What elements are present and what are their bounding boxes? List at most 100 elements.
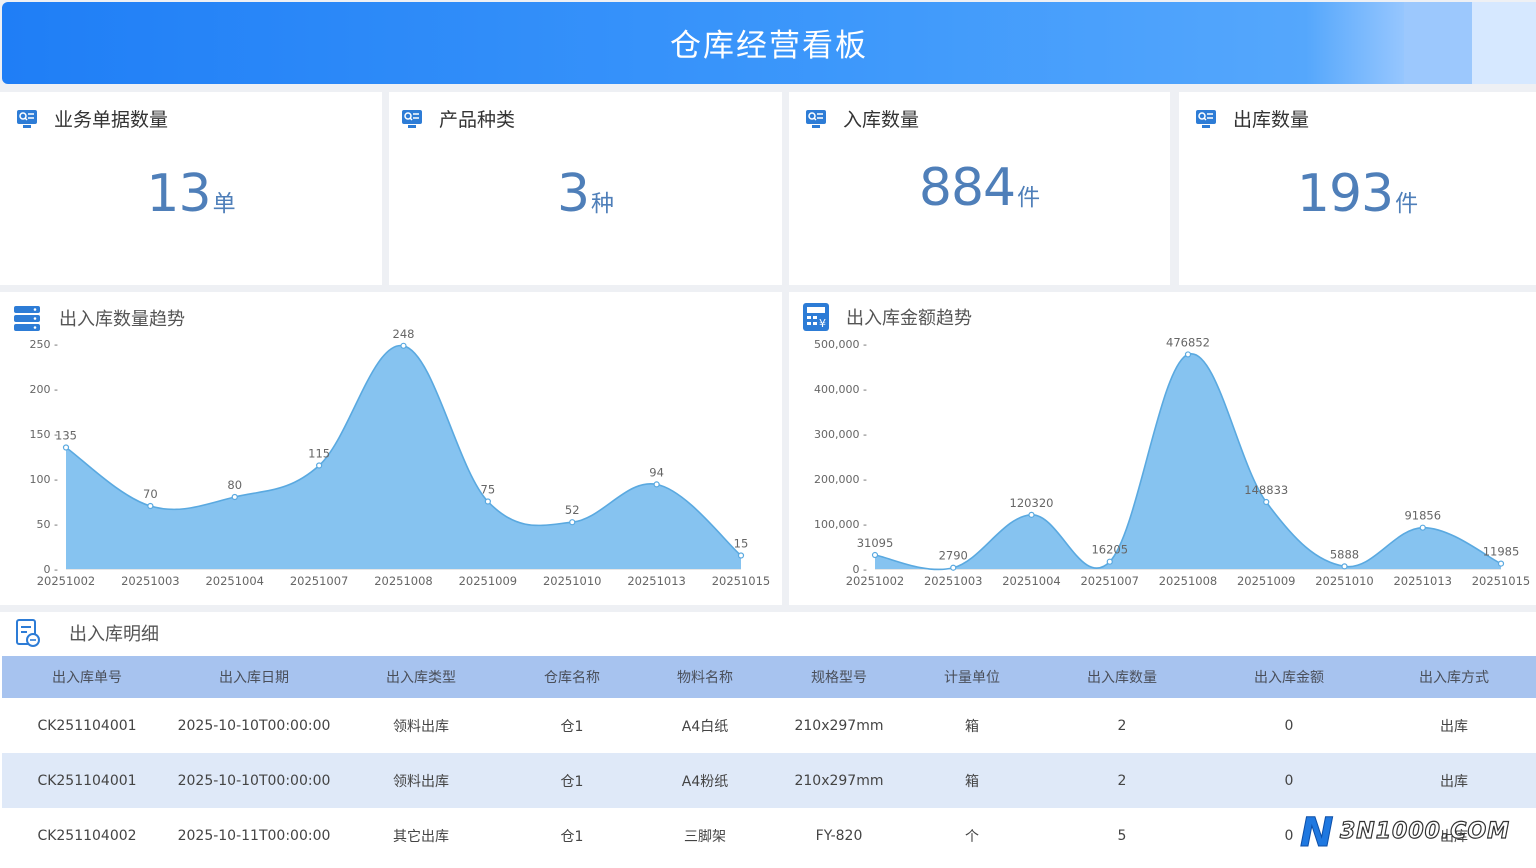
data-label: 70 — [143, 487, 158, 501]
x-tick-label: 20251013 — [627, 574, 686, 588]
data-point[interactable] — [1419, 524, 1426, 531]
y-tick-label: 200 - — [30, 383, 58, 396]
y-tick-label: 400,000 - — [814, 383, 867, 396]
x-tick-label: 20251007 — [1080, 574, 1139, 588]
kpi-value: 13 — [146, 164, 211, 224]
y-tick-label: 500,000 - — [814, 338, 867, 351]
data-point[interactable] — [569, 519, 576, 526]
table-cell: 仓1 — [560, 828, 584, 845]
kpi-value: 193 — [1296, 164, 1394, 224]
column-header[interactable]: 出入库单号 — [2, 656, 172, 698]
x-tick-label: 20251010 — [1315, 574, 1374, 588]
y-tick-label: 100 - — [30, 473, 58, 486]
data-point[interactable] — [1341, 563, 1348, 570]
data-point[interactable] — [950, 564, 957, 571]
table-cell: 210x297mm — [794, 772, 884, 789]
data-point[interactable] — [231, 493, 238, 501]
quantity-chart-card: 出入库数量趋势 0 -50 -100 -150 -200 -250 -135 20… — [0, 292, 782, 605]
kpi-label: 入库数量 — [843, 109, 920, 131]
x-tick-label: 20251015 — [712, 574, 771, 588]
x-tick-label: 20251004 — [205, 574, 264, 588]
x-tick-label: 20251009 — [459, 574, 518, 588]
x-tick-label: 20251015 — [1472, 574, 1531, 588]
x-tick-label: 20251002 — [846, 574, 905, 588]
table-row[interactable]: CK251104001 2025-10-10T00:00:00 领料出库 仓1 … — [2, 698, 1536, 753]
x-tick-label: 20251009 — [1237, 574, 1296, 588]
x-tick-label: 20251004 — [1002, 574, 1061, 588]
table-cell: 领料出库 — [393, 773, 449, 790]
kpi-label: 业务单据数量 — [54, 109, 169, 131]
data-label: 120320 — [1010, 496, 1054, 510]
data-label: 94 — [649, 465, 664, 479]
y-tick-label: 50 - — [37, 518, 58, 531]
column-header[interactable]: 物料名称 — [638, 656, 772, 698]
data-point[interactable] — [1028, 511, 1035, 518]
document-list-icon — [16, 619, 40, 647]
data-point[interactable] — [316, 462, 323, 469]
kpi-card-inbound: 入库数量 884件 — [789, 92, 1170, 285]
data-point[interactable] — [62, 444, 70, 451]
data-point[interactable] — [1497, 560, 1505, 567]
table-cell: 2025-10-10T00:00:00 — [177, 717, 331, 734]
monitor-search-icon — [17, 109, 37, 128]
area-fill — [875, 353, 1501, 570]
table-cell: 领料出库 — [393, 718, 449, 735]
kpi-value: 884 — [918, 158, 1016, 218]
data-label: 476852 — [1166, 335, 1210, 349]
table-cell: CK251104001 — [37, 772, 137, 789]
y-tick-label: 200,000 - — [814, 473, 867, 486]
x-tick-label: 20251003 — [924, 574, 983, 588]
data-label: 31095 — [857, 536, 894, 550]
data-point[interactable] — [653, 481, 660, 488]
column-header[interactable]: 出入库金额 — [1206, 656, 1372, 698]
data-label: 248 — [393, 327, 415, 341]
table-cell: 出库 — [1440, 718, 1468, 735]
column-header[interactable]: 计量单位 — [906, 656, 1038, 698]
data-point[interactable] — [484, 498, 491, 505]
kpi-unit: 单 — [212, 191, 236, 217]
y-tick-label: 100,000 - — [814, 518, 867, 531]
table-header-row: 出入库单号 出入库日期 出入库类型 仓库名称 物料名称 规格型号 计量单位 出入… — [2, 656, 1536, 698]
column-header[interactable]: 出入库日期 — [172, 656, 336, 698]
data-label: 75 — [481, 483, 496, 497]
table-cell: 5 — [1117, 827, 1127, 844]
monitor-search-icon — [806, 109, 826, 128]
watermark-text: 3N1000.COM — [1340, 819, 1510, 844]
x-tick-label: 20251003 — [121, 574, 180, 588]
data-point[interactable] — [871, 551, 879, 559]
data-label: 52 — [565, 503, 580, 517]
y-tick-label: 250 - — [30, 338, 58, 351]
column-header[interactable]: 规格型号 — [772, 656, 906, 698]
column-header[interactable]: 出入库数量 — [1038, 656, 1206, 698]
amount-chart-card: ¥ 出入库金额趋势 0 -100,000 -200,000 -300,000 -… — [789, 292, 1536, 605]
section-title: 出入库明细 — [69, 624, 159, 645]
data-label: 5888 — [1330, 547, 1359, 561]
table-cell: CK251104002 — [37, 827, 137, 844]
column-header[interactable]: 仓库名称 — [506, 656, 638, 698]
kpi-label: 产品种类 — [439, 109, 516, 131]
x-tick-label: 20251007 — [290, 574, 349, 588]
kpi-card-products: 产品种类 3种 — [389, 92, 782, 285]
data-point[interactable] — [737, 552, 745, 559]
table-cell: 仓1 — [560, 773, 584, 790]
page-title: 仓库经营看板 — [670, 28, 868, 64]
amount-area-chart: 0 -100,000 -200,000 -300,000 -400,000 -5… — [814, 335, 1531, 588]
table-cell: 箱 — [965, 773, 979, 790]
data-label: 135 — [55, 429, 77, 443]
data-point[interactable] — [400, 342, 407, 349]
data-point[interactable] — [1184, 351, 1192, 358]
data-label: 148833 — [1244, 483, 1288, 497]
table-row[interactable]: CK251104001 2025-10-10T00:00:00 领料出库 仓1 … — [2, 753, 1536, 808]
x-tick-label: 20251002 — [37, 574, 96, 588]
column-header[interactable]: 出入库类型 — [336, 656, 506, 698]
column-header[interactable]: 出入库方式 — [1372, 656, 1536, 698]
kpi-card-outbound: 出库数量 193件 — [1179, 92, 1536, 285]
kpi-unit: 件 — [1395, 191, 1419, 217]
data-point[interactable] — [1106, 558, 1113, 565]
data-point[interactable] — [1263, 498, 1270, 506]
table-cell: 个 — [965, 828, 979, 845]
table-cell: 2025-10-10T00:00:00 — [177, 772, 331, 789]
data-label: 11985 — [1483, 545, 1520, 559]
data-point[interactable] — [147, 502, 154, 510]
kpi-label: 出库数量 — [1233, 109, 1310, 131]
